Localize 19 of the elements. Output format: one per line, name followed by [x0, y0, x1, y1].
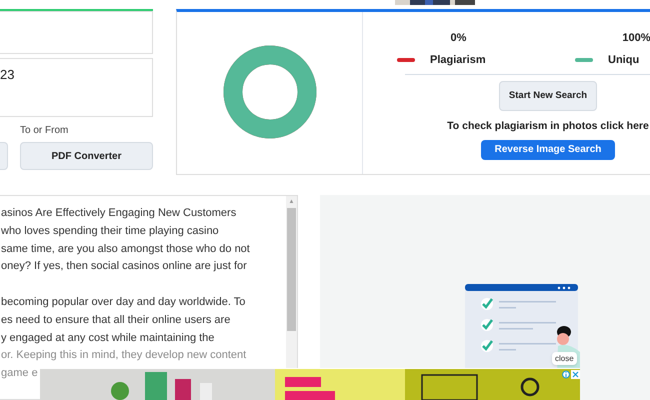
- input-field[interactable]: [0, 11, 153, 54]
- article-line: or. Keeping this in mind, they develop new content: [1, 348, 248, 364]
- pdf-converter-button[interactable]: PDF Converter: [20, 142, 153, 170]
- article-paragraph: asinos Are Effectively Engaging New Customers who loves spending their time playing casino same time, are you also amongst those who do not oney? If yes, then social casinos online are just for: [1, 206, 251, 274]
- close-icon[interactable]: [571, 370, 580, 379]
- percent-value: 0%: [450, 31, 468, 46]
- article-paragraph: becoming popular over day and day worldwide. To es need to ensure that all their online users are y engaged at any cost while maintaining the: [1, 294, 246, 346]
- start-new-search-button[interactable]: Start New Search: [499, 81, 597, 111]
- photo-hint: To check plagiarism in photos click here: [447, 119, 649, 134]
- info-icon[interactable]: [562, 370, 570, 379]
- legend-label: Uniqu: [608, 52, 640, 68]
- percent-value: 100%: [621, 31, 650, 46]
- article-line: game e: [1, 366, 39, 382]
- close-ad-label[interactable]: close: [552, 352, 577, 365]
- legend-label: Plagiarism: [430, 52, 486, 68]
- reverse-image-search-button[interactable]: Reverse Image Search: [481, 140, 615, 160]
- input-field[interactable]: 23: [0, 58, 153, 117]
- scroll-thumb[interactable]: [287, 208, 296, 331]
- converter-label: To or From: [20, 124, 70, 138]
